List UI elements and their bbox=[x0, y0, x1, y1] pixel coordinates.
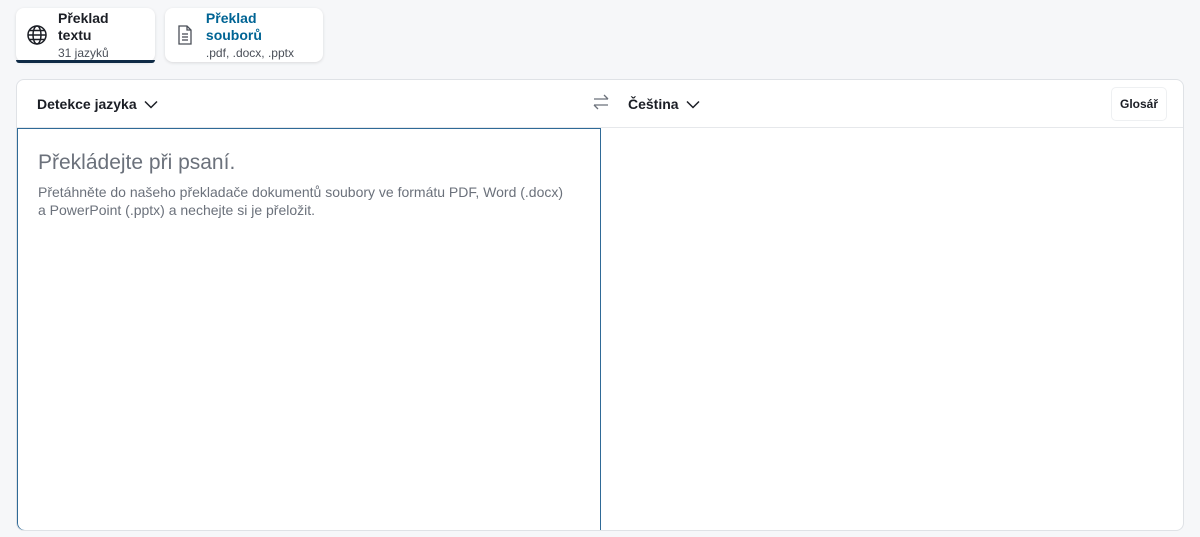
source-placeholder-title: Překládejte při psaní. bbox=[38, 151, 236, 174]
tab-subtitle: 31 jazyků bbox=[58, 45, 109, 60]
tab-title: Překlad textu bbox=[58, 9, 109, 43]
source-language-label: Detekce jazyka bbox=[37, 96, 137, 112]
globe-icon bbox=[26, 24, 48, 46]
translator-panel: Detekce jazyka Čeština Glosář Překládejt… bbox=[16, 79, 1184, 531]
swap-icon bbox=[592, 94, 610, 115]
tab-title: Překlad souborů bbox=[205, 9, 262, 43]
source-text-input[interactable]: Překládejte při psaní. Přetáhněte do naš… bbox=[17, 128, 601, 530]
tab-text-translation[interactable]: Překlad textu 31 jazyků bbox=[16, 8, 155, 63]
translator-header: Detekce jazyka Čeština Glosář bbox=[17, 80, 1183, 128]
chevron-down-icon bbox=[686, 100, 700, 109]
target-text-output bbox=[601, 128, 1183, 530]
tab-file-translation[interactable]: Překlad souborů .pdf, .docx, .pptx bbox=[165, 8, 323, 62]
chevron-down-icon bbox=[144, 100, 158, 109]
tab-subtitle: .pdf, .docx, .pptx bbox=[205, 45, 294, 60]
mode-tabs: Překlad textu 31 jazyků Překlad souborů … bbox=[16, 8, 323, 63]
source-language-select[interactable]: Detekce jazyka bbox=[37, 80, 158, 128]
glossary-button[interactable]: Glosář bbox=[1112, 88, 1166, 120]
target-language-label: Čeština bbox=[628, 96, 679, 112]
document-icon bbox=[175, 24, 196, 46]
swap-languages-button[interactable] bbox=[590, 94, 612, 114]
target-language-select[interactable]: Čeština bbox=[628, 80, 700, 128]
source-placeholder-description: Přetáhněte do našeho překladače dokument… bbox=[38, 184, 564, 218]
